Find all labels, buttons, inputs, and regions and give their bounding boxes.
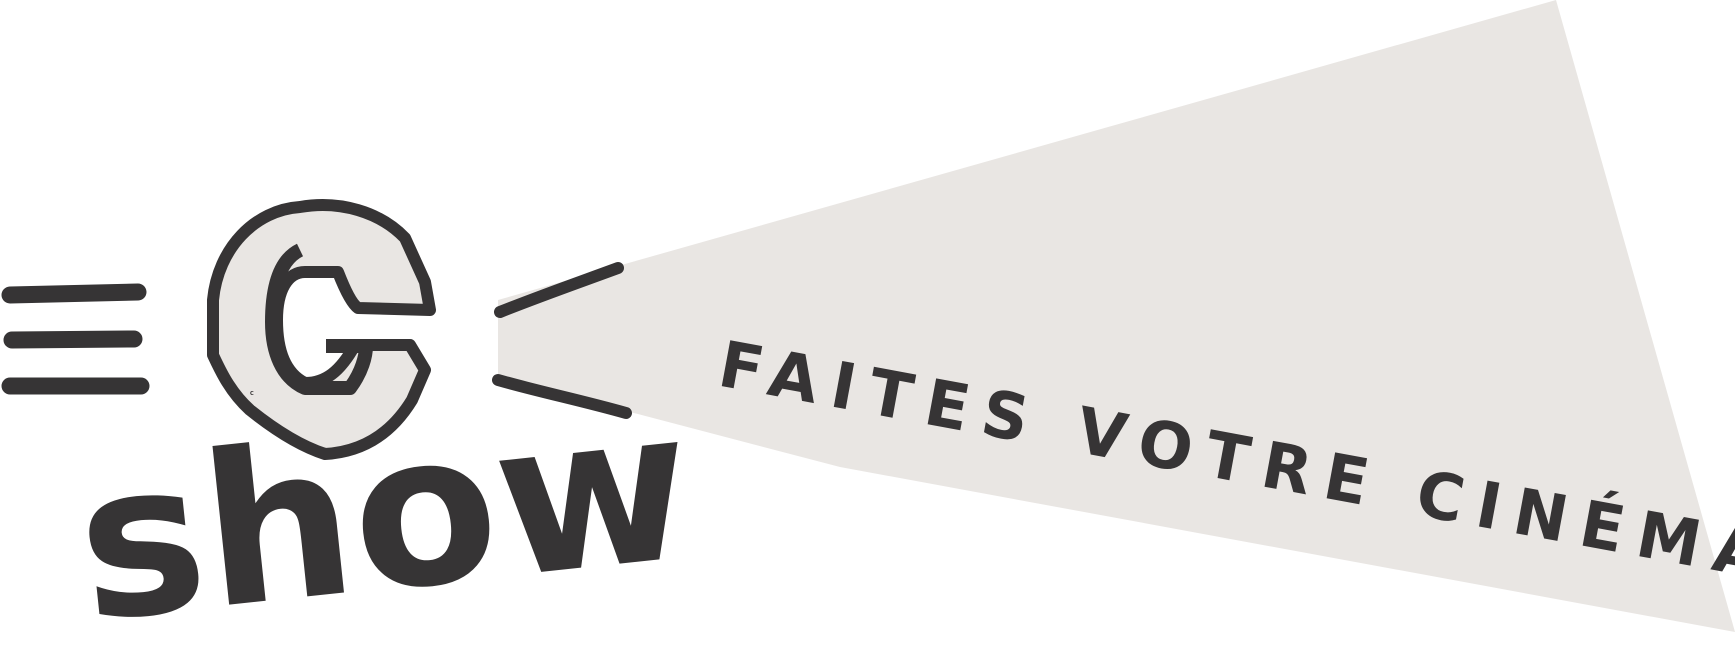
logo-stage: C show FAITES VOTRE CINÉMA [0,0,1735,660]
speed-lines-icon [1,283,150,395]
c-show-logo: C show FAITES VOTRE CINÉMA [1,0,1735,660]
c-letter-text: C [250,391,254,397]
show-wordmark: show [67,362,702,660]
